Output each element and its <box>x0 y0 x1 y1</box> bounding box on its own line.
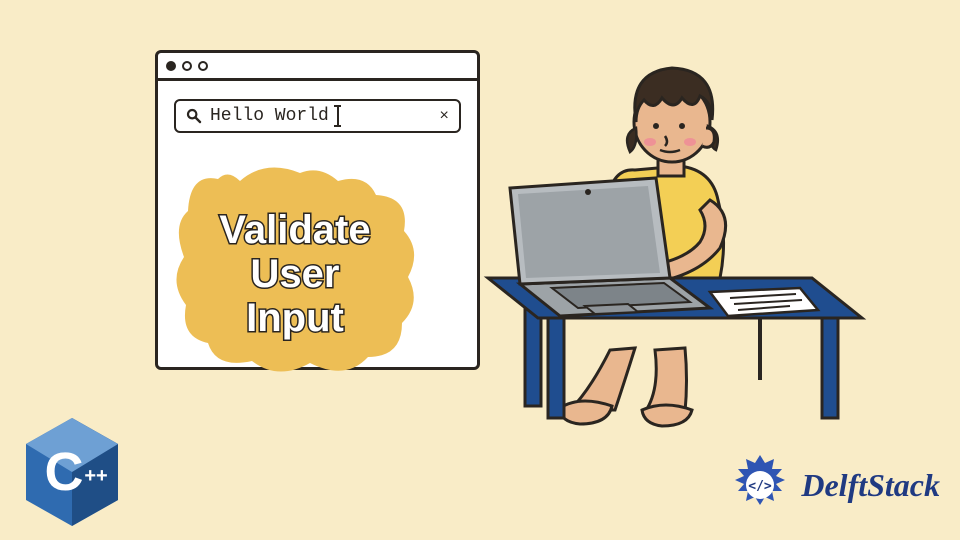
delftstack-name: DelftStack <box>801 467 940 504</box>
traffic-light-close-icon <box>166 61 176 71</box>
cpp-letter: C <box>45 442 84 502</box>
clear-input-icon[interactable]: × <box>439 107 449 125</box>
bubble-line-3: Input <box>246 296 344 340</box>
delftstack-brand: </> DelftStack <box>727 452 940 518</box>
cpp-logo-icon: C ++ <box>22 416 122 528</box>
window-titlebar <box>158 53 477 81</box>
cpp-plus: ++ <box>84 465 107 487</box>
search-icon <box>186 108 202 124</box>
illustration-person-laptop <box>460 50 890 450</box>
bubble-text: Validate User Input <box>170 165 420 375</box>
svg-text:</>: </> <box>749 479 773 494</box>
text-caret-icon <box>337 106 338 126</box>
traffic-light-max-icon <box>198 61 208 71</box>
search-input[interactable]: Hello World × <box>174 99 461 133</box>
search-value: Hello World <box>210 106 329 126</box>
delftstack-logo-icon: </> <box>727 452 793 518</box>
traffic-light-min-icon <box>182 61 192 71</box>
bubble-line-2: User <box>251 252 340 296</box>
speech-bubble: Validate User Input <box>170 165 420 375</box>
bubble-line-1: Validate <box>219 208 370 252</box>
